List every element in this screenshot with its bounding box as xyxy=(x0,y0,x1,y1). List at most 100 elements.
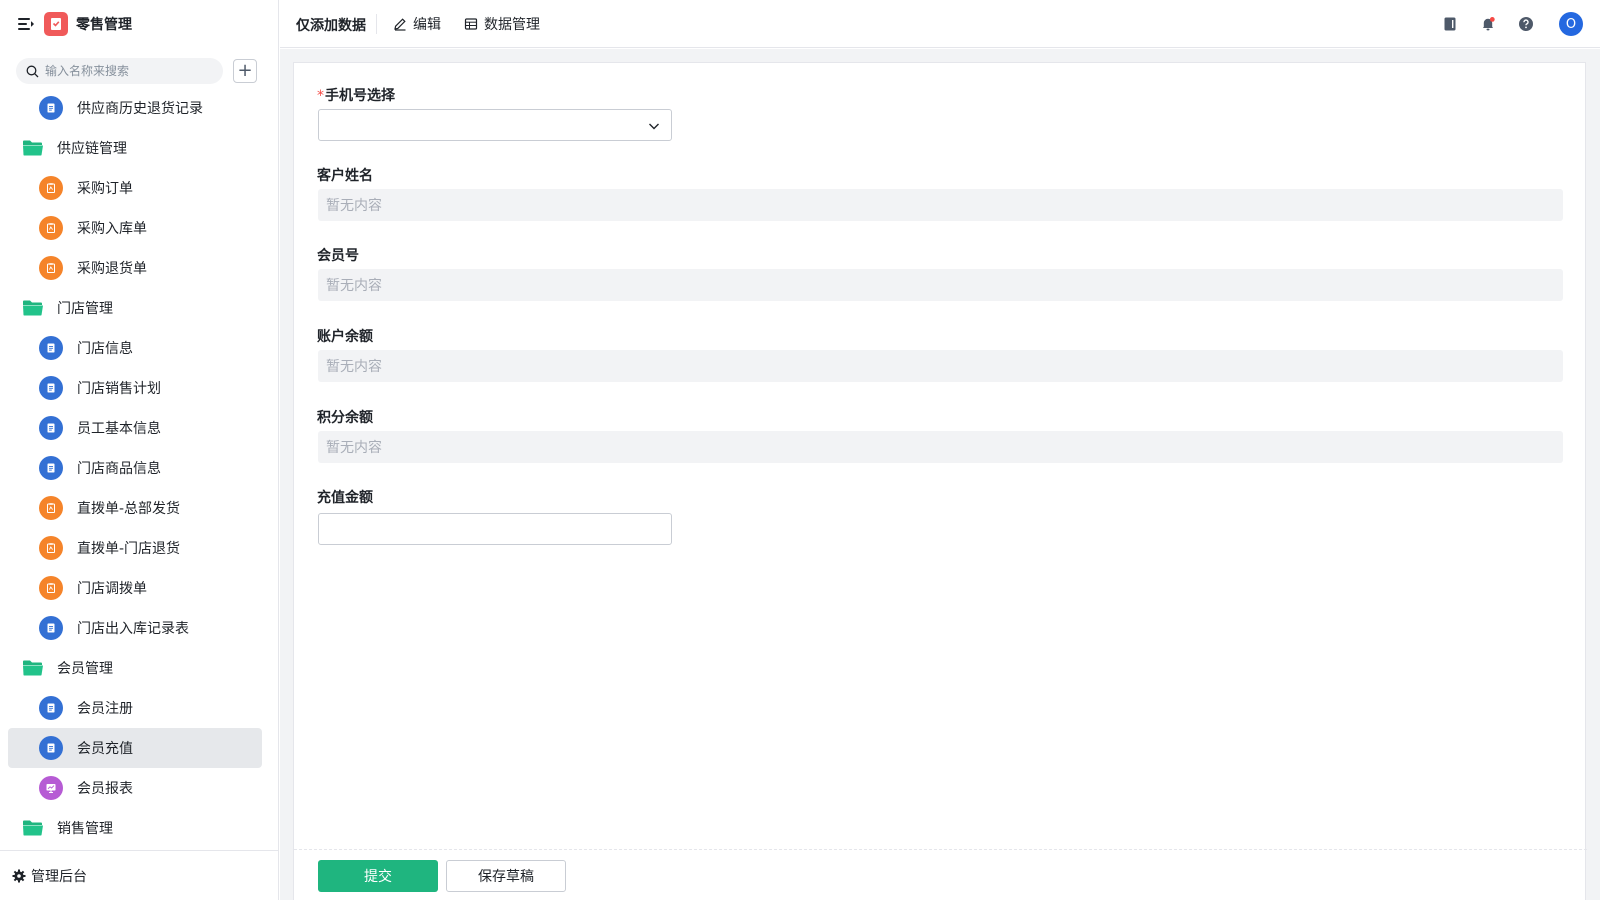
sidebar-item[interactable]: 门店销售计划 xyxy=(8,368,262,408)
help-icon[interactable] xyxy=(1515,13,1537,35)
sidebar-item[interactable]: 采购退货单 xyxy=(8,248,262,288)
phone-select-label: *手机号选择 xyxy=(317,88,395,104)
sidebar-item-label: 供应链管理 xyxy=(57,141,127,157)
member-id-label: 会员号 xyxy=(317,248,359,264)
app-logo-icon xyxy=(44,12,68,36)
edit-button[interactable]: 编辑 xyxy=(393,14,441,34)
sidebar-item[interactable]: 供应商历史退货记录 xyxy=(8,90,262,128)
clipboard-icon xyxy=(39,216,63,240)
form-card: *手机号选择 客户姓名 暂无内容 会员号 暂无内容 账户余额 暂无内容 积分余额… xyxy=(293,62,1587,900)
document-icon xyxy=(39,376,63,400)
required-mark: * xyxy=(317,88,324,104)
sidebar-item-label: 门店管理 xyxy=(57,301,113,317)
table-icon xyxy=(464,18,478,30)
user-avatar[interactable]: O xyxy=(1559,12,1583,36)
sidebar-item-label: 会员管理 xyxy=(57,661,113,677)
recharge-amount-label: 充值金额 xyxy=(317,490,373,506)
add-button[interactable]: + xyxy=(233,59,257,83)
phone-select[interactable] xyxy=(318,109,672,141)
sidebar-item[interactable]: 会员注册 xyxy=(8,688,262,728)
admin-console-label: 管理后台 xyxy=(31,868,87,885)
account-balance-label: 账户余额 xyxy=(317,329,373,345)
chevron-down-icon xyxy=(649,123,659,130)
bell-icon[interactable] xyxy=(1477,13,1499,35)
data-manage-button[interactable]: 数据管理 xyxy=(464,14,540,34)
data-manage-label: 数据管理 xyxy=(484,17,540,33)
edit-label: 编辑 xyxy=(413,17,441,33)
search-box[interactable] xyxy=(16,58,223,84)
clipboard-icon xyxy=(39,576,63,600)
sidebar-item-label: 门店商品信息 xyxy=(77,461,161,477)
notebook-icon[interactable] xyxy=(1439,13,1461,35)
points-balance-field: 暂无内容 xyxy=(318,431,1563,463)
sidebar-item-label: 销售管理 xyxy=(57,821,113,837)
folder-icon xyxy=(22,139,44,157)
sidebar-item-label: 采购订单 xyxy=(77,181,133,197)
menu-toggle-icon[interactable] xyxy=(18,16,34,32)
app-title: 零售管理 xyxy=(76,17,132,33)
sidebar-item[interactable]: 门店信息 xyxy=(8,328,262,368)
document-icon xyxy=(39,696,63,720)
sidebar-item-label: 门店出入库记录表 xyxy=(77,621,189,637)
document-icon xyxy=(39,736,63,760)
sidebar-item-label: 会员报表 xyxy=(77,781,133,797)
clipboard-icon xyxy=(39,536,63,560)
sidebar: 零售管理 + 供应商历史退货记录供应链管理采购订单采购入库单采购退货单门店管理门… xyxy=(0,0,279,900)
recharge-amount-input[interactable] xyxy=(318,513,672,545)
member-id-field: 暂无内容 xyxy=(318,269,1563,301)
customer-name-label: 客户姓名 xyxy=(317,168,373,184)
document-icon xyxy=(39,616,63,640)
sidebar-item-label: 门店调拨单 xyxy=(77,581,147,597)
sidebar-item[interactable]: 会员管理 xyxy=(8,648,262,688)
clipboard-icon xyxy=(39,256,63,280)
sidebar-item-label: 采购退货单 xyxy=(77,261,147,277)
sidebar-item[interactable]: 采购订单 xyxy=(8,168,262,208)
folder-icon xyxy=(22,819,44,837)
search-icon xyxy=(26,65,39,77)
search-input[interactable] xyxy=(45,64,215,78)
admin-console-link[interactable]: 管理后台 xyxy=(0,850,279,900)
sidebar-item-label: 门店信息 xyxy=(77,341,133,357)
sidebar-item[interactable]: 采购入库单 xyxy=(8,208,262,248)
pencil-icon xyxy=(394,18,406,31)
sidebar-item[interactable]: 直拨单-门店退货 xyxy=(8,528,262,568)
sidebar-item[interactable]: 门店商品信息 xyxy=(8,448,262,488)
document-icon xyxy=(39,416,63,440)
sidebar-item-label: 供应商历史退货记录 xyxy=(77,101,203,117)
folder-icon xyxy=(22,659,44,677)
sidebar-item[interactable]: 销售管理 xyxy=(8,808,262,848)
topbar-divider xyxy=(376,14,377,34)
sidebar-item[interactable]: 门店管理 xyxy=(8,288,262,328)
sidebar-item[interactable]: 员工基本信息 xyxy=(8,408,262,448)
sidebar-item-label: 会员充值 xyxy=(77,741,133,757)
clipboard-icon xyxy=(39,176,63,200)
nav-list: 供应商历史退货记录供应链管理采购订单采购入库单采购退货单门店管理门店信息门店销售… xyxy=(0,90,279,848)
document-icon xyxy=(39,336,63,360)
folder-icon xyxy=(22,299,44,317)
sidebar-item-label: 会员注册 xyxy=(77,701,133,717)
sidebar-item-label: 员工基本信息 xyxy=(77,421,161,437)
sidebar-item[interactable]: 会员充值 xyxy=(8,728,262,768)
account-balance-field: 暂无内容 xyxy=(318,350,1563,382)
sidebar-item-label: 直拨单-总部发货 xyxy=(77,501,181,517)
report-icon xyxy=(39,776,63,800)
sidebar-item-label: 直拨单-门店退货 xyxy=(77,541,181,557)
sidebar-item[interactable]: 直拨单-总部发货 xyxy=(8,488,262,528)
sidebar-header: 零售管理 xyxy=(0,0,279,48)
submit-button[interactable]: 提交 xyxy=(318,860,438,892)
customer-name-field: 暂无内容 xyxy=(318,189,1563,221)
sidebar-item[interactable]: 门店出入库记录表 xyxy=(8,608,262,648)
sidebar-item[interactable]: 门店调拨单 xyxy=(8,568,262,608)
sidebar-item-label: 采购入库单 xyxy=(77,221,147,237)
page-title: 仅添加数据 xyxy=(296,18,366,34)
points-balance-label: 积分余额 xyxy=(317,410,373,426)
document-icon xyxy=(39,96,63,120)
sidebar-item-label: 门店销售计划 xyxy=(77,381,161,397)
gear-icon xyxy=(12,869,26,882)
sidebar-item[interactable]: 会员报表 xyxy=(8,768,262,808)
sidebar-item[interactable]: 供应链管理 xyxy=(8,128,262,168)
form-footer: 提交 保存草稿 xyxy=(294,849,1587,900)
clipboard-icon xyxy=(39,496,63,520)
save-draft-button[interactable]: 保存草稿 xyxy=(446,860,566,892)
topbar: 仅添加数据 编辑 数据管理 O xyxy=(280,0,1600,48)
